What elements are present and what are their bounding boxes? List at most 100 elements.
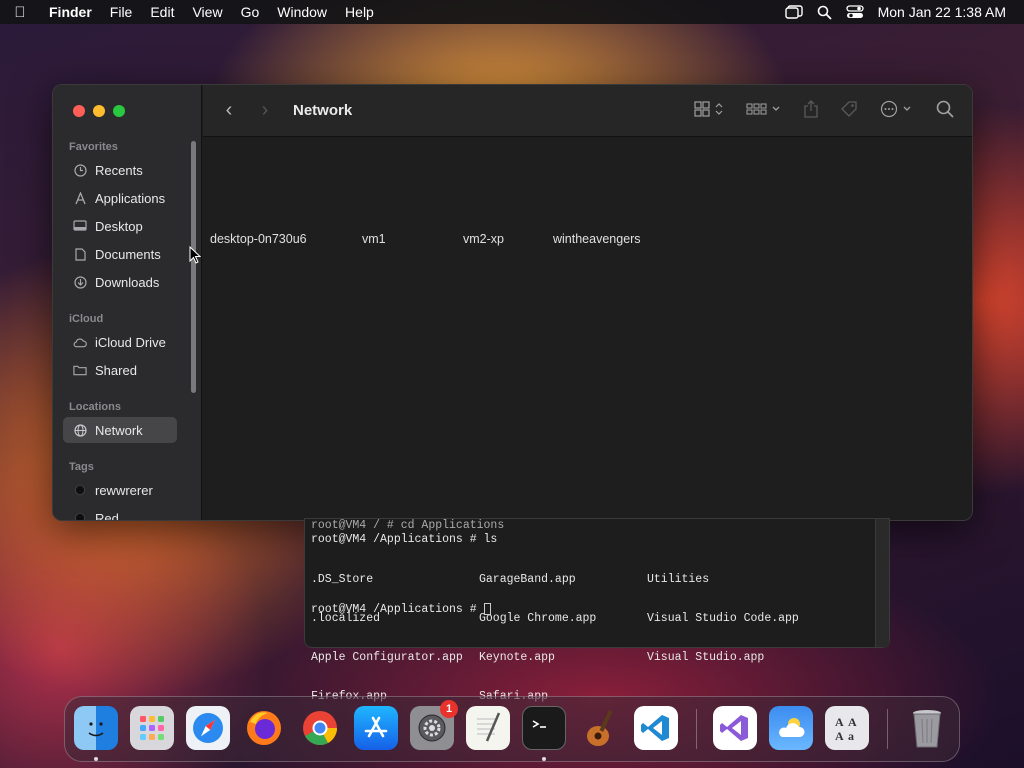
sidebar-item-label: Documents xyxy=(95,246,161,262)
terminal-entry: Apple Configurator.app xyxy=(311,651,463,664)
network-item-vm1[interactable]: vm1 xyxy=(362,232,386,246)
dock-font-book-icon[interactable]: AAAa xyxy=(825,706,869,750)
share-icon[interactable] xyxy=(804,100,818,121)
dock-app-store-icon[interactable] xyxy=(354,706,398,750)
network-item-desktop[interactable]: desktop-0n730u6 xyxy=(210,232,307,246)
sidebar-item-label: iCloud Drive xyxy=(95,334,166,350)
sidebar-item-label: Red xyxy=(95,510,119,521)
sidebar-item-label: rewwrerer xyxy=(95,482,153,498)
menu-go[interactable]: Go xyxy=(232,4,269,20)
control-center-icon[interactable] xyxy=(845,5,864,19)
menu-bar:  Finder File Edit View Go Window Help M… xyxy=(0,0,1024,24)
terminal-line: root@VM4 / # cd Applications xyxy=(311,519,505,532)
applications-icon xyxy=(73,191,87,205)
terminal-entry: .DS_Store xyxy=(311,573,374,586)
terminal-cursor xyxy=(483,603,491,615)
network-item-vm2-xp[interactable]: vm2-xp xyxy=(463,232,504,246)
dock-chrome-icon[interactable] xyxy=(298,706,342,750)
finder-sidebar: Favorites Recents Applications Desktop D… xyxy=(53,85,202,520)
dock-firefox-icon[interactable] xyxy=(242,706,286,750)
spotlight-search-icon[interactable] xyxy=(817,5,832,20)
terminal-prompt-line[interactable]: root@VM4 /Applications # xyxy=(311,603,491,616)
sidebar-section-favorites: Favorites xyxy=(69,141,118,153)
terminal-scrollbar[interactable] xyxy=(875,519,889,647)
terminal-ls-output: Utilities Visual Studio Code.app Visual … xyxy=(647,547,799,690)
mouse-pointer-icon xyxy=(189,246,201,264)
network-item-wintheavengers[interactable]: wintheavengers xyxy=(553,232,641,246)
tag-icon[interactable] xyxy=(840,100,858,121)
terminal-entry: Utilities xyxy=(647,573,710,586)
dock-visual-studio-icon[interactable] xyxy=(713,706,757,750)
download-icon xyxy=(73,275,87,289)
view-mode-icon[interactable] xyxy=(694,101,724,120)
dock: 1 AAAa xyxy=(64,696,960,762)
sidebar-item-label: Downloads xyxy=(95,274,160,290)
terminal-entry: GarageBand.app xyxy=(479,573,576,586)
sidebar-item-network[interactable]: Network xyxy=(63,417,177,443)
dock-weather-icon[interactable] xyxy=(769,706,813,750)
window-controls xyxy=(73,105,125,117)
sidebar-item-tag-red[interactable]: Red xyxy=(63,505,177,521)
dock-finder-icon[interactable] xyxy=(74,706,118,750)
document-icon xyxy=(73,247,87,261)
sidebar-item-recents[interactable]: Recents xyxy=(63,157,177,183)
back-arrow-icon[interactable]: ‹ xyxy=(211,99,247,122)
dock-safari-icon[interactable] xyxy=(186,706,230,750)
sidebar-item-label: Shared xyxy=(95,362,137,378)
dock-separator xyxy=(887,709,888,749)
group-by-icon[interactable] xyxy=(746,101,782,120)
tag-dot-icon xyxy=(73,511,87,520)
sidebar-item-shared[interactable]: Shared xyxy=(63,357,177,383)
clock-icon xyxy=(73,163,87,177)
desktop-icon xyxy=(73,219,87,233)
search-icon[interactable] xyxy=(936,100,954,121)
menu-clock[interactable]: Mon Jan 22 1:38 AM xyxy=(878,4,1006,20)
apple-menu-icon[interactable]:  xyxy=(0,4,40,21)
sidebar-scrollbar[interactable] xyxy=(191,141,196,393)
dock-trash-icon[interactable] xyxy=(905,706,949,750)
sidebar-item-icloud-drive[interactable]: iCloud Drive xyxy=(63,329,177,355)
menu-edit[interactable]: Edit xyxy=(141,4,183,20)
sidebar-section-tags: Tags xyxy=(69,461,94,473)
dock-system-settings-icon[interactable]: 1 xyxy=(410,700,458,750)
dock-textedit-icon[interactable] xyxy=(466,706,510,750)
terminal-window[interactable]: root@VM4 / # cd Applications root@VM4 /A… xyxy=(304,518,890,703)
close-window-button[interactable] xyxy=(73,105,85,117)
more-actions-icon[interactable] xyxy=(880,100,914,121)
svg-text:A: A xyxy=(835,715,844,729)
terminal-line: root@VM4 /Applications # ls xyxy=(311,533,498,546)
menu-view[interactable]: View xyxy=(183,4,231,20)
window-title: Network xyxy=(293,102,353,119)
menu-app-finder[interactable]: Finder xyxy=(40,4,101,20)
menu-file[interactable]: File xyxy=(101,4,142,20)
svg-text:A: A xyxy=(835,729,844,743)
finder-toolbar: ‹ › Network xyxy=(203,85,972,137)
finder-content: desktop-0n730u6 vm1 vm2-xp wintheavenger… xyxy=(203,138,972,520)
tag-dot-icon xyxy=(73,483,87,497)
zoom-window-button[interactable] xyxy=(113,105,125,117)
minimize-window-button[interactable] xyxy=(93,105,105,117)
sidebar-item-downloads[interactable]: Downloads xyxy=(63,269,177,295)
menu-window[interactable]: Window xyxy=(268,4,336,20)
sidebar-item-tag-rewwrerer[interactable]: rewwrerer xyxy=(63,477,177,503)
forward-arrow-icon[interactable]: › xyxy=(247,99,283,122)
running-indicator xyxy=(542,757,546,761)
screen-mirroring-icon[interactable] xyxy=(784,5,803,19)
sidebar-item-label: Desktop xyxy=(95,218,143,234)
sidebar-item-label: Recents xyxy=(95,162,143,178)
menu-help[interactable]: Help xyxy=(336,4,383,20)
dock-vscode-icon[interactable] xyxy=(634,706,678,750)
finder-window: Favorites Recents Applications Desktop D… xyxy=(52,84,973,521)
sidebar-section-locations: Locations xyxy=(69,401,121,413)
dock-terminal-icon[interactable] xyxy=(522,706,566,750)
terminal-entry: Visual Studio.app xyxy=(647,651,765,664)
notification-badge: 1 xyxy=(440,700,458,718)
terminal-entry: Keynote.app xyxy=(479,651,555,664)
sidebar-item-label: Applications xyxy=(95,190,166,206)
dock-garageband-icon[interactable] xyxy=(578,706,622,750)
sidebar-item-documents[interactable]: Documents xyxy=(63,241,177,267)
sidebar-item-desktop[interactable]: Desktop xyxy=(63,213,177,239)
running-indicator xyxy=(94,757,98,761)
sidebar-item-applications[interactable]: Applications xyxy=(63,185,177,211)
dock-launchpad-icon[interactable] xyxy=(130,706,174,750)
